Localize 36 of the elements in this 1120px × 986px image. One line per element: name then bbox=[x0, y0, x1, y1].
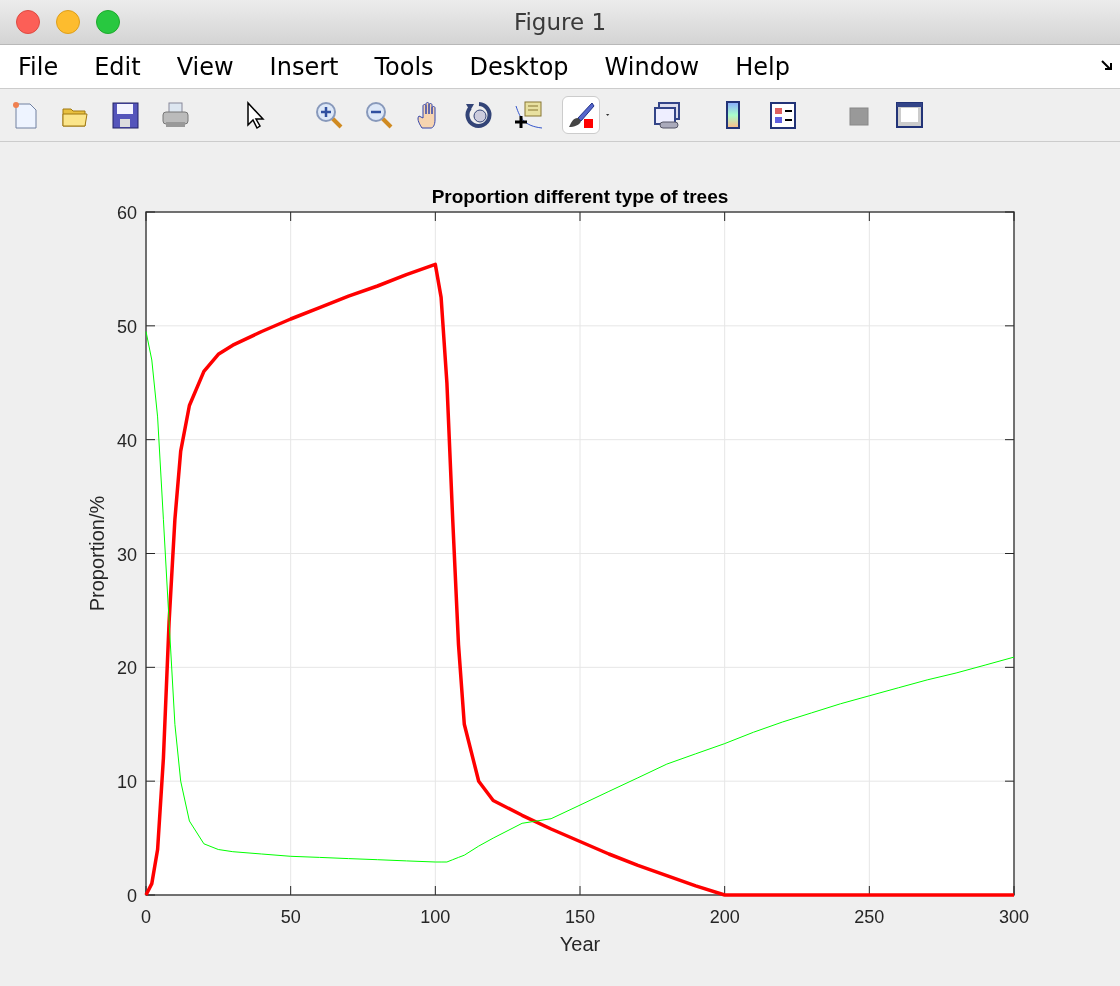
zoom-out-icon[interactable] bbox=[364, 100, 394, 130]
tick-label: 100 bbox=[420, 907, 451, 927]
tick-label: 200 bbox=[709, 907, 740, 927]
y-axis-label: Proportion/% bbox=[86, 495, 108, 612]
zoom-in-icon[interactable] bbox=[314, 100, 344, 130]
menu-item[interactable]: Insert bbox=[269, 52, 339, 81]
legend-icon[interactable] bbox=[768, 100, 798, 130]
menu-item[interactable]: View bbox=[176, 52, 234, 81]
x-axis-label: Year bbox=[559, 933, 601, 955]
tick-label: 60 bbox=[116, 203, 137, 223]
menu-item[interactable]: File bbox=[18, 52, 59, 81]
data-cursor-icon[interactable] bbox=[514, 100, 544, 130]
tick-label: 250 bbox=[854, 907, 885, 927]
panel-icon[interactable] bbox=[894, 100, 924, 130]
tick-label: 50 bbox=[280, 907, 301, 927]
rotate-icon[interactable] bbox=[464, 100, 494, 130]
tick-label: 0 bbox=[141, 907, 151, 927]
tick-label: 40 bbox=[116, 430, 137, 451]
tick-label: 10 bbox=[116, 772, 137, 793]
dock-arrow-icon[interactable] bbox=[1100, 59, 1114, 73]
menu-item[interactable]: Window bbox=[604, 52, 700, 81]
tick-label: 0 bbox=[127, 886, 137, 906]
menu-item[interactable]: Edit bbox=[94, 52, 141, 81]
menu-item[interactable]: Help bbox=[735, 52, 790, 81]
close-button[interactable] bbox=[16, 10, 40, 34]
linked-windows-icon[interactable] bbox=[652, 100, 682, 130]
window-title: Figure 1 bbox=[513, 9, 607, 35]
tick-label: 30 bbox=[116, 544, 137, 565]
chart-title: Proportion different type of trees bbox=[431, 186, 729, 207]
tick-label: 300 bbox=[999, 907, 1029, 927]
menu-item[interactable]: Tools bbox=[374, 52, 434, 81]
brush-button[interactable] bbox=[562, 96, 600, 134]
tick-label: 150 bbox=[565, 907, 595, 927]
tick-label: 20 bbox=[116, 658, 137, 679]
tick-label: 50 bbox=[116, 316, 137, 337]
menu-item[interactable]: Desktop bbox=[469, 52, 569, 81]
